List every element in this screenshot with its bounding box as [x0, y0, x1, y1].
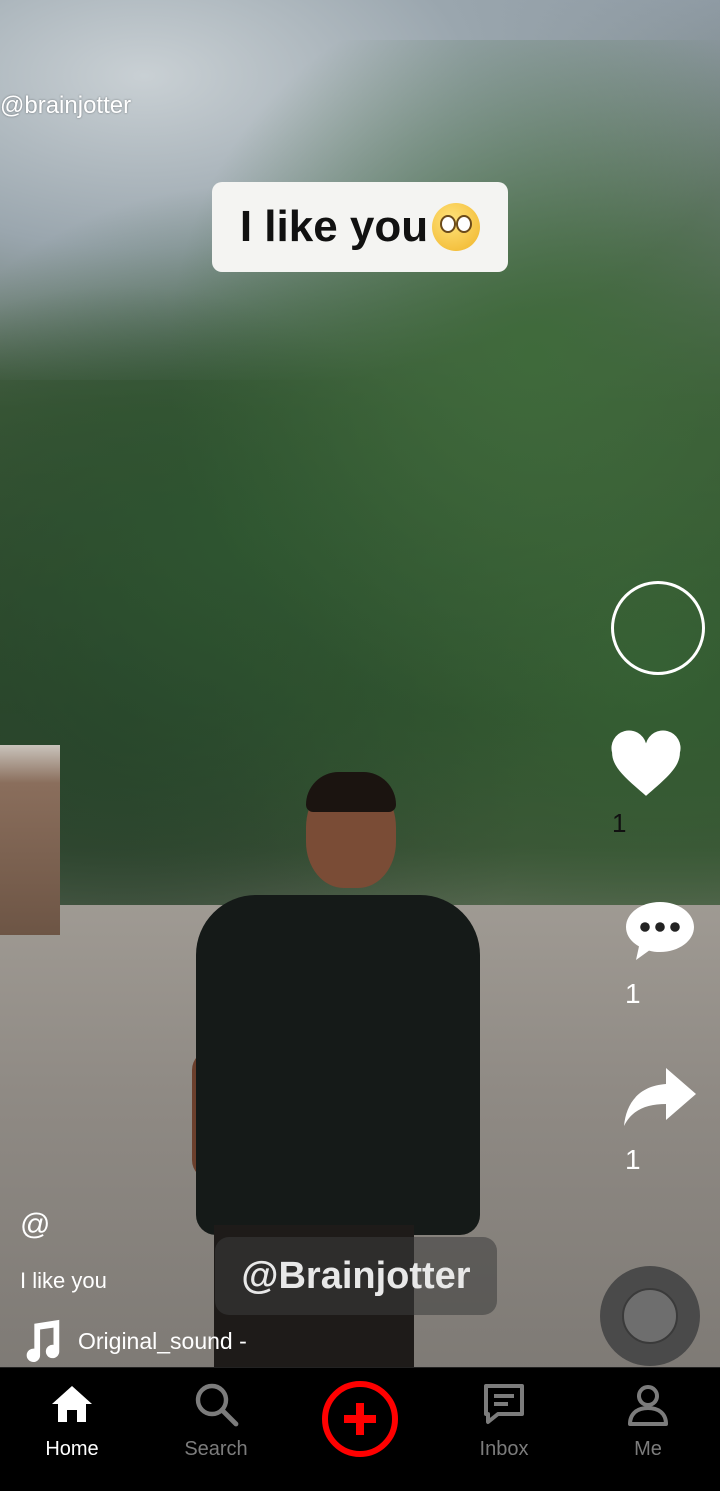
video-watermark-top: @brainjotter — [0, 92, 132, 119]
tab-me[interactable]: Me — [576, 1368, 720, 1491]
music-disc-center — [622, 1288, 678, 1344]
video-player[interactable]: @brainjotter I like you @Brainjotter — [0, 0, 720, 1367]
post-description: I like you — [20, 1268, 107, 1293]
share-arrow-icon[interactable] — [622, 1066, 698, 1128]
video-watermark-bottom: @Brainjotter — [215, 1237, 497, 1315]
tab-search-label: Search — [184, 1438, 248, 1460]
tab-home-label: Home — [45, 1438, 99, 1460]
create-plus-icon — [344, 1403, 376, 1435]
person-hair — [306, 772, 396, 812]
music-note-icon — [26, 1319, 60, 1363]
heart-icon[interactable] — [609, 730, 683, 800]
profile-icon — [628, 1385, 668, 1426]
video-caption: I like you — [212, 182, 508, 272]
music-disc[interactable] — [600, 1266, 700, 1366]
tab-search[interactable]: Search — [144, 1368, 288, 1491]
like-count: 1 — [612, 808, 627, 838]
tab-inbox-label: Inbox — [479, 1438, 529, 1460]
comment-icon[interactable] — [624, 900, 696, 962]
tab-me-label: Me — [634, 1438, 662, 1460]
video-caption-text: I like you — [239, 202, 429, 251]
post-username[interactable]: @ — [20, 1208, 50, 1242]
person-body — [196, 895, 480, 1235]
tab-home[interactable]: Home — [0, 1368, 144, 1491]
create-post-button[interactable] — [322, 1381, 398, 1457]
video-wall — [0, 745, 60, 935]
music-title: Original_sound - — [78, 1327, 247, 1354]
share-count: 1 — [625, 1144, 641, 1175]
search-icon — [195, 1383, 239, 1427]
home-icon — [52, 1386, 92, 1422]
music-row[interactable]: Original_sound - — [22, 1318, 247, 1364]
eye-roll-emoji-icon — [432, 203, 481, 251]
inbox-icon — [484, 1384, 524, 1424]
creator-avatar[interactable] — [611, 581, 705, 675]
comment-count: 1 — [625, 978, 641, 1009]
tab-inbox[interactable]: Inbox — [432, 1368, 576, 1491]
